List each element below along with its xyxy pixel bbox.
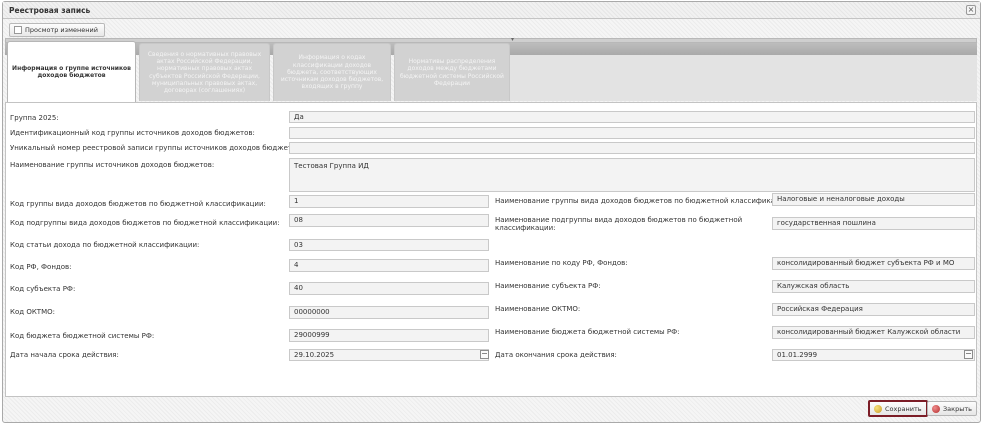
tab-strip-empty xyxy=(510,55,977,101)
budget-code-field[interactable]: 29000999 xyxy=(289,329,489,342)
tab-group-info[interactable]: Информация о группе источников доходов б… xyxy=(7,41,136,102)
dialog-footer: Сохранить Закрыть xyxy=(5,398,977,420)
toolbar: Просмотр изменений xyxy=(9,23,105,37)
article-code-field[interactable]: 03 xyxy=(289,239,489,251)
group2025-label: Группа 2025: xyxy=(10,114,59,122)
calendar-icon[interactable] xyxy=(964,350,973,359)
tab-group-info-label: Информация о группе источников доходов б… xyxy=(12,64,131,79)
budget-name-label: Наименование бюджета бюджетной системы Р… xyxy=(495,328,680,336)
subject-code-field[interactable]: 40 xyxy=(289,282,489,295)
subject-name-field[interactable]: Калужская область xyxy=(772,280,975,293)
subgroup-name-label: Наименование подгруппы вида доходов бюдж… xyxy=(495,216,743,232)
subgroup-code-label: Код подгруппы вида доходов бюджетов по б… xyxy=(10,219,280,227)
ident-code-field[interactable] xyxy=(289,127,975,139)
dialog-title: Реестровая запись xyxy=(9,6,91,15)
tab-distribution-norms-label: Нормативы распределения доходов между бю… xyxy=(400,58,504,87)
save-button[interactable]: Сохранить xyxy=(868,400,928,417)
group2025-field[interactable]: Да xyxy=(289,111,975,123)
budget-code-label: Код бюджета бюджетной системы РФ: xyxy=(10,332,155,340)
oktmo-code-field[interactable]: 00000000 xyxy=(289,306,489,319)
subgroup-name-field[interactable]: государственная пошлина xyxy=(772,217,975,230)
oktmo-name-label: Наименование ОКТМО: xyxy=(495,305,581,313)
tab-classification-codes[interactable]: Информация о кодах классификации доходов… xyxy=(273,43,391,101)
budget-name-field[interactable]: консолидированный бюджет Калужской облас… xyxy=(772,326,975,339)
form-panel: Группа 2025: Да Идентификационный код гр… xyxy=(5,102,977,397)
tab-classification-codes-label: Информация о кодах классификации доходов… xyxy=(280,54,384,91)
ident-code-label: Идентификационный код группы источников … xyxy=(10,129,255,137)
start-date-label: Дата начала срока действия: xyxy=(10,351,119,359)
dialog-titlebar: Реестровая запись × xyxy=(3,2,980,19)
end-date-field[interactable]: 01.01.2999 xyxy=(772,349,975,361)
unique-number-field[interactable] xyxy=(289,142,975,154)
subject-code-label: Код субъекта РФ: xyxy=(10,285,76,293)
group-kind-name-field[interactable]: Налоговые и неналоговые доходы xyxy=(772,193,975,206)
collapse-arrow-icon[interactable]: ▾ xyxy=(511,36,514,43)
start-date-field[interactable]: 29.10.2025 xyxy=(289,349,489,361)
unique-number-label: Уникальный номер реестровой записи групп… xyxy=(10,144,299,152)
tab-distribution-norms[interactable]: Нормативы распределения доходов между бю… xyxy=(394,43,510,101)
rf-code-field[interactable]: 4 xyxy=(289,259,489,272)
rf-name-field[interactable]: консолидированный бюджет субъекта РФ и М… xyxy=(772,257,975,270)
group-kind-name-label: Наименование группы вида доходов бюджето… xyxy=(495,197,792,205)
group-kind-code-field[interactable]: 1 xyxy=(289,195,489,208)
save-label: Сохранить xyxy=(885,404,922,413)
article-code-label: Код статьи дохода по бюджетной классифик… xyxy=(10,241,200,249)
view-history-button[interactable]: Просмотр изменений xyxy=(9,23,105,37)
view-history-label: Просмотр изменений xyxy=(25,26,98,34)
close-icon[interactable]: × xyxy=(966,5,976,15)
rf-name-label: Наименование по коду РФ, Фондов: xyxy=(495,259,628,267)
tab-legal-acts[interactable]: Сведения о нормативных правовых актах Ро… xyxy=(139,43,270,101)
save-icon xyxy=(874,404,882,413)
tab-legal-acts-label: Сведения о нормативных правовых актах Ро… xyxy=(147,50,262,94)
close-button[interactable]: Закрыть xyxy=(927,401,977,416)
close-label: Закрыть xyxy=(943,404,972,413)
history-icon xyxy=(14,26,22,34)
oktmo-name-field[interactable]: Российская Федерация xyxy=(772,303,975,316)
tab-strip: ▾ Информация о группе источников доходов… xyxy=(5,36,977,102)
subgroup-code-field[interactable]: 08 xyxy=(289,214,489,227)
calendar-icon[interactable] xyxy=(480,350,489,359)
subject-name-label: Наименование субъекта РФ: xyxy=(495,282,601,290)
oktmo-code-label: Код ОКТМО: xyxy=(10,308,55,316)
close-icon xyxy=(932,404,940,413)
group-kind-code-label: Код группы вида доходов бюджетов по бюдж… xyxy=(10,200,266,208)
rf-code-label: Код РФ, Фондов: xyxy=(10,263,72,271)
end-date-label: Дата окончания срока действия: xyxy=(495,351,617,359)
group-name-label: Наименование группы источников доходов б… xyxy=(10,161,215,169)
group-name-field[interactable]: Тестовая Группа ИД xyxy=(289,158,975,192)
